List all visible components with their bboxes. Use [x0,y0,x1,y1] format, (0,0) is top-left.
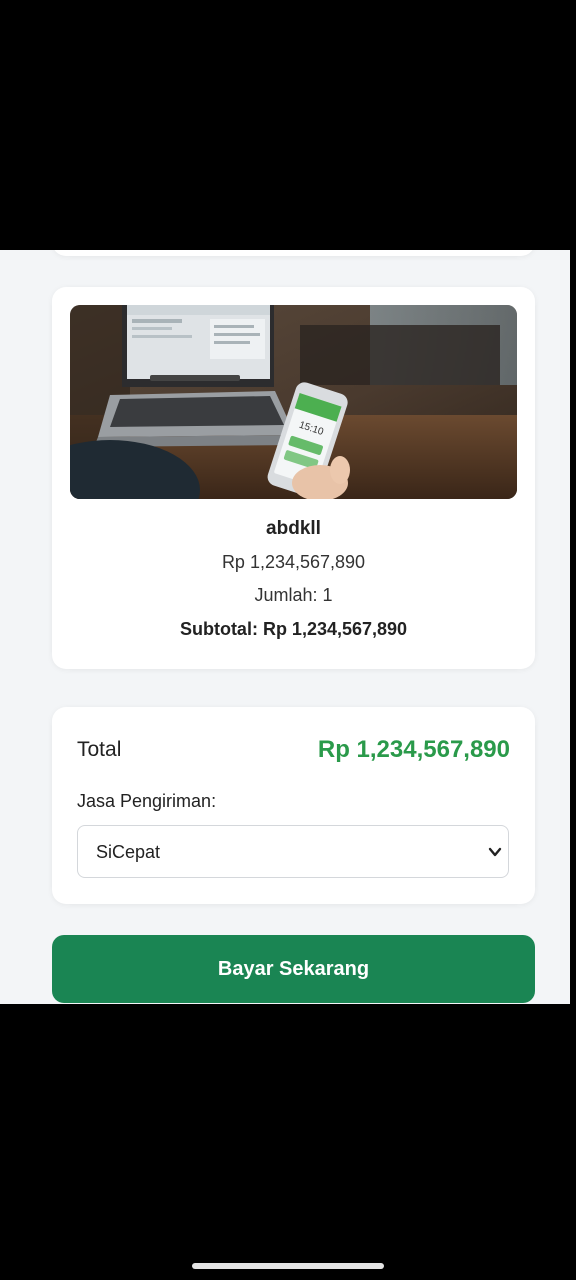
product-quantity: Jumlah: 1 [254,585,333,605]
shipping-selected-value: SiCepat [96,842,161,862]
product-subtotal: Subtotal: Rp 1,234,567,890 [179,619,408,639]
checkout-page: 15:10 abdkll Rp 1,234,567,890 Jumlah: 1 … [0,250,576,1004]
shipping-select[interactable]: SiCepat [77,825,509,878]
pay-now-button[interactable]: Bayar Sekarang [52,935,535,1003]
product-price: Rp 1,234,567,890 [221,552,366,572]
screen-edge [570,250,576,1004]
order-summary-card: Total Rp 1,234,567,890 Jasa Pengiriman: … [52,707,535,904]
home-indicator[interactable] [192,1263,384,1269]
product-name: abdkll [266,518,321,539]
total-amount: Rp 1,234,567,890 [317,736,510,763]
previous-item-card [52,250,535,256]
shipping-label: Jasa Pengiriman: [77,791,217,811]
product-image: 15:10 [70,305,517,499]
product-card: 15:10 abdkll Rp 1,234,567,890 Jumlah: 1 … [52,287,535,669]
chevron-down-icon [488,847,502,857]
total-label: Total [77,738,122,761]
